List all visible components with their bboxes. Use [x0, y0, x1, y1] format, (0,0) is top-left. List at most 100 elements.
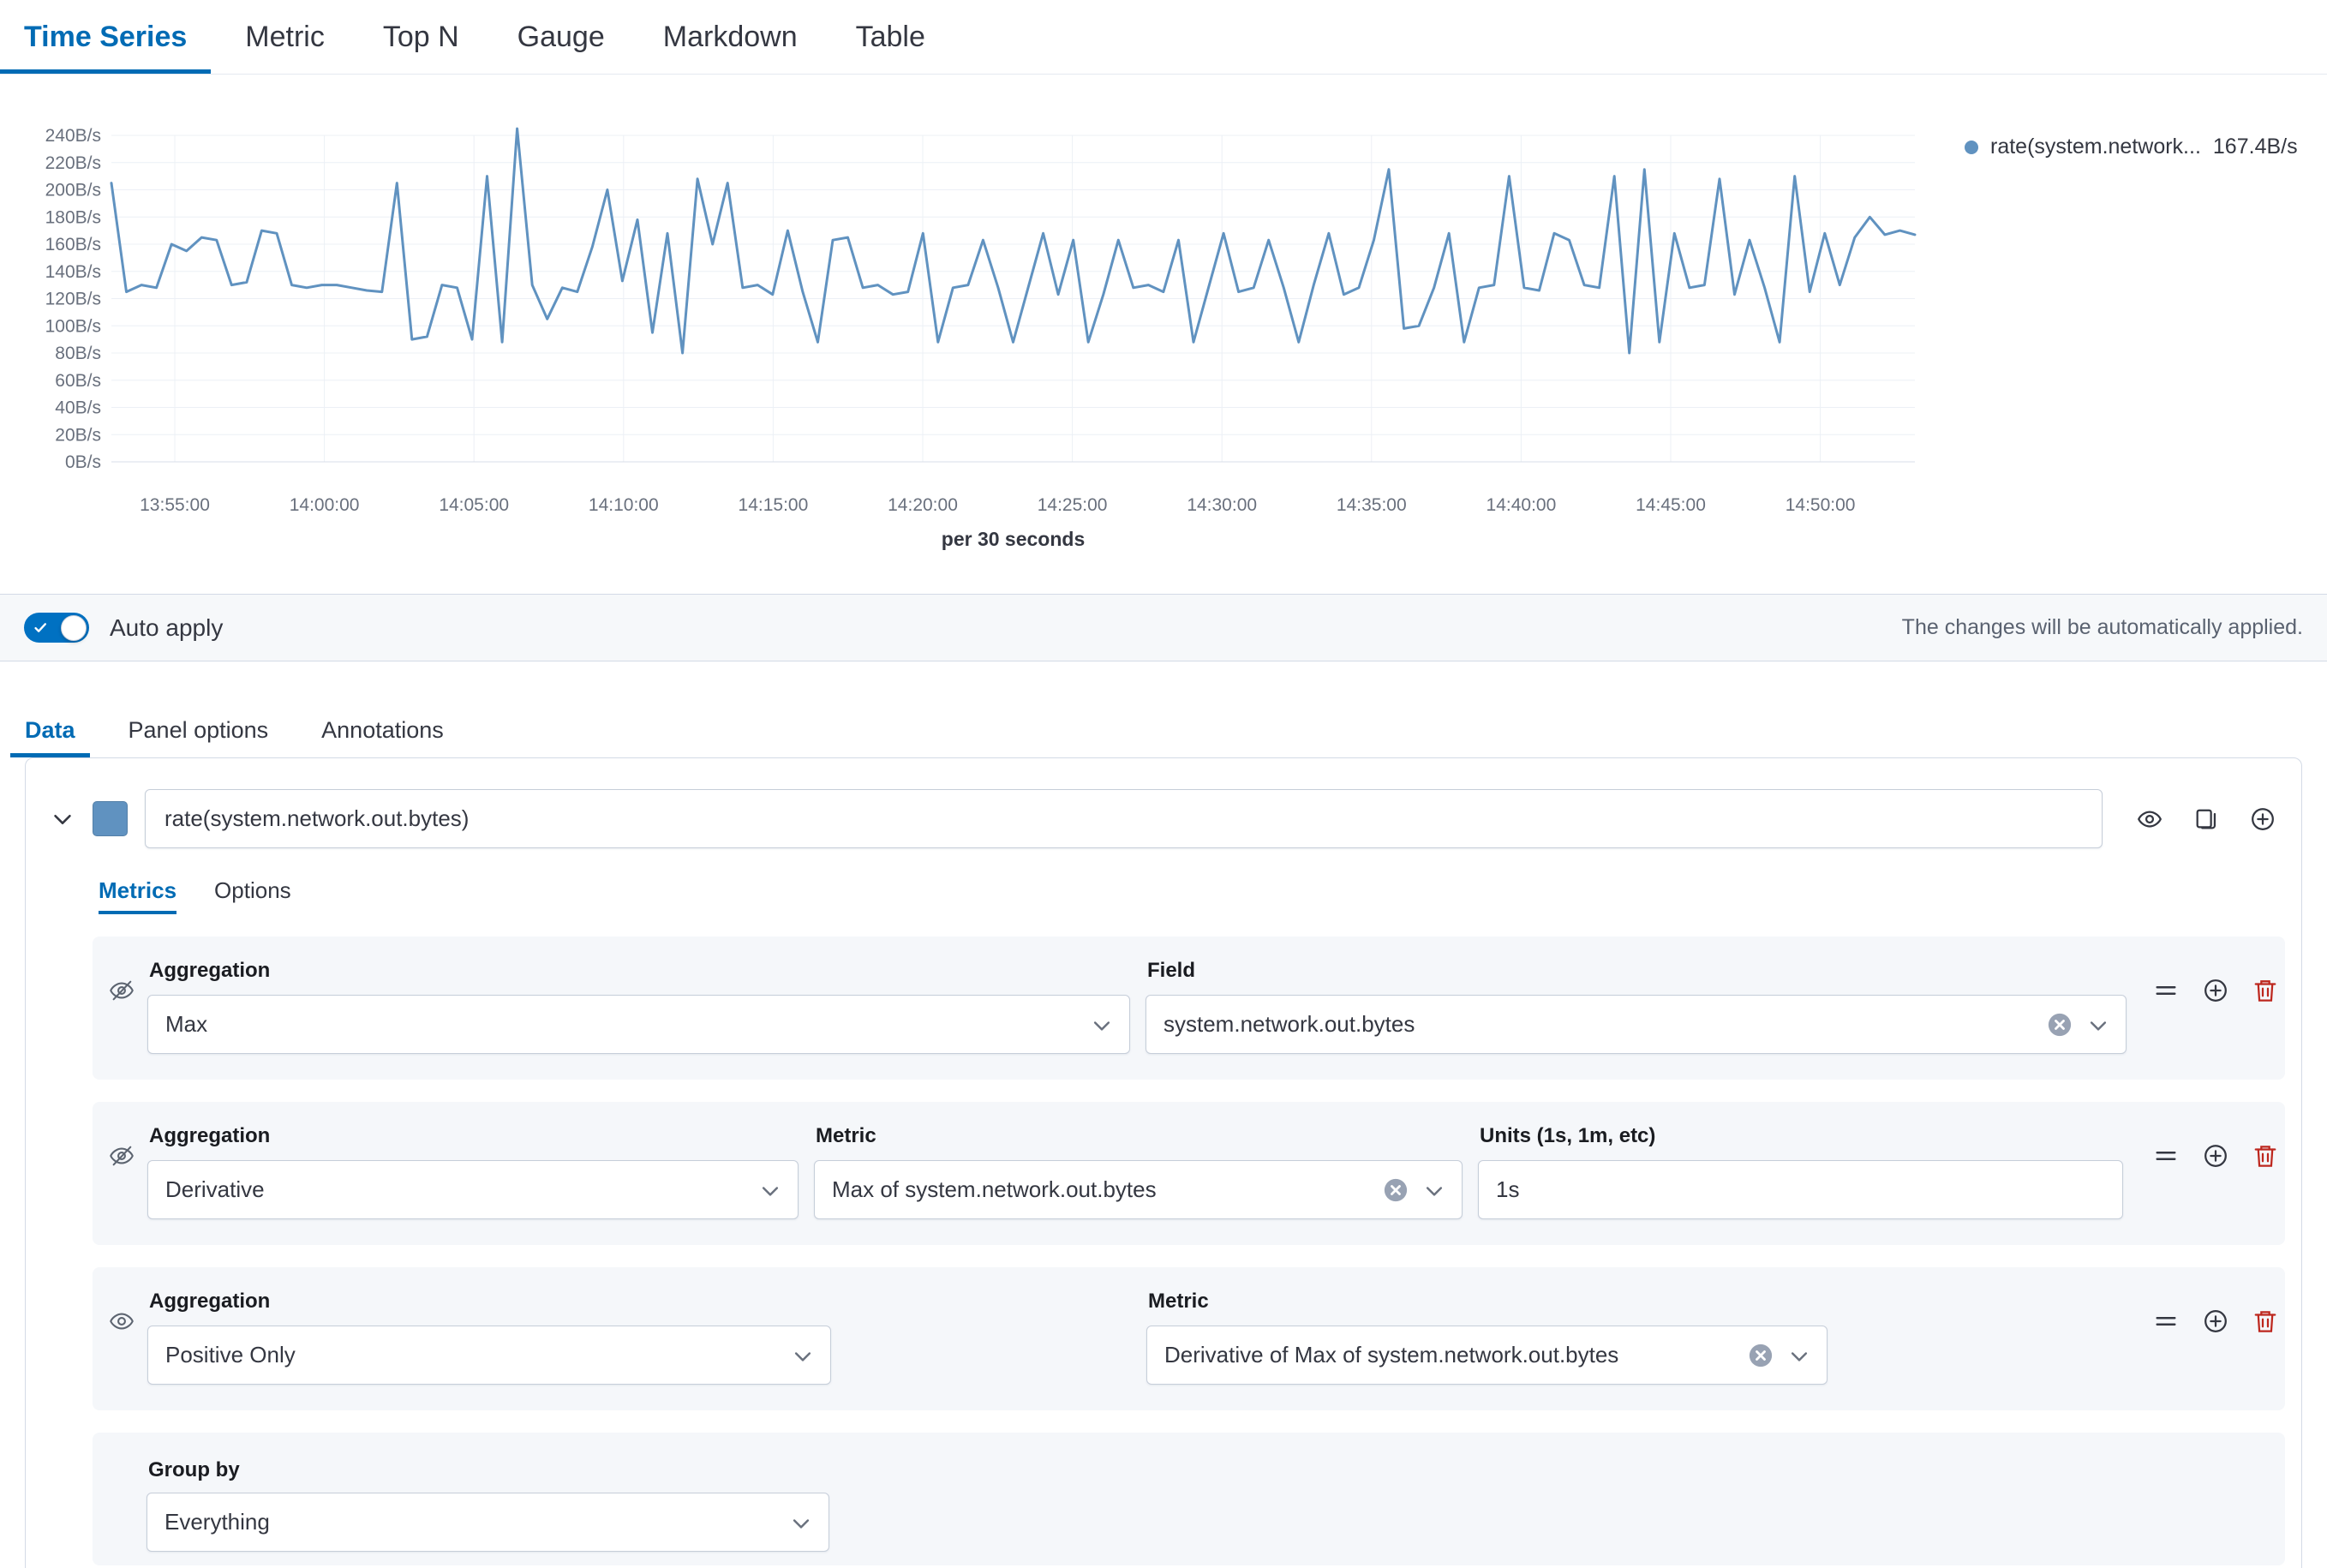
aggregation-select-value: Derivative [165, 1176, 265, 1203]
svg-text:140B/s: 140B/s [45, 262, 101, 282]
drag-handle-icon[interactable] [2153, 1143, 2179, 1169]
tab-panel-options[interactable]: Panel options [114, 717, 284, 757]
chevron-down-icon [1787, 1344, 1811, 1368]
tab-top-n[interactable]: Top N [359, 0, 483, 74]
metric-label: Metric [816, 1124, 1463, 1148]
svg-text:13:55:00: 13:55:00 [140, 495, 210, 515]
chevron-down-icon [789, 1511, 813, 1535]
svg-text:14:45:00: 14:45:00 [1636, 495, 1706, 515]
svg-text:0B/s: 0B/s [65, 452, 101, 472]
svg-text:per 30 seconds: per 30 seconds [942, 528, 1085, 550]
svg-text:160B/s: 160B/s [45, 235, 101, 254]
svg-text:14:20:00: 14:20:00 [888, 495, 958, 515]
eye-icon [109, 1308, 135, 1385]
svg-text:14:15:00: 14:15:00 [739, 495, 809, 515]
clear-selection-icon[interactable] [1748, 1343, 1774, 1374]
units-label: Units (1s, 1m, etc) [1480, 1124, 2123, 1148]
tab-options[interactable]: Options [214, 877, 291, 914]
metric-combobox[interactable]: Derivative of Max of system.network.out.… [1146, 1326, 1828, 1385]
clear-selection-icon[interactable] [1383, 1177, 1409, 1209]
add-metric-button[interactable] [2203, 1143, 2228, 1169]
svg-text:80B/s: 80B/s [55, 344, 101, 363]
auto-apply-note: The changes will be automatically applie… [1902, 615, 2303, 640]
aggregation-select[interactable]: Derivative [147, 1160, 799, 1219]
drag-handle-icon[interactable] [2153, 978, 2179, 1003]
check-icon [33, 619, 49, 640]
eye-slash-icon [109, 978, 135, 1054]
delete-metric-button[interactable] [2252, 978, 2278, 1003]
group-by-select-value: Everything [165, 1509, 270, 1535]
auto-apply-toggle[interactable] [24, 613, 89, 643]
aggregation-row: Aggregation Derivative Metric Max of sys… [93, 1102, 2285, 1245]
aggregation-label: Aggregation [149, 1124, 799, 1148]
series-header-row [26, 758, 2301, 848]
metric-combobox-value: Derivative of Max of system.network.out.… [1164, 1342, 1618, 1368]
aggregation-label: Aggregation [149, 959, 1130, 983]
chevron-down-icon [1090, 1014, 1114, 1038]
drag-handle-icon[interactable] [2153, 1308, 2179, 1334]
tab-gauge[interactable]: Gauge [494, 0, 629, 74]
svg-text:14:10:00: 14:10:00 [589, 495, 659, 515]
svg-text:14:00:00: 14:00:00 [290, 495, 360, 515]
group-by-select[interactable]: Everything [147, 1493, 829, 1552]
legend-item[interactable]: rate(system.network... 167.4B/s [1965, 135, 2298, 159]
tab-metric[interactable]: Metric [221, 0, 349, 74]
svg-text:14:35:00: 14:35:00 [1337, 495, 1407, 515]
series-name-input[interactable] [145, 789, 2103, 848]
metric-label: Metric [1148, 1290, 1828, 1314]
clone-series-button[interactable] [2193, 806, 2219, 832]
tab-markdown[interactable]: Markdown [639, 0, 822, 74]
toggle-thumb [61, 615, 87, 641]
clear-selection-icon[interactable] [2047, 1012, 2073, 1044]
auto-apply-label: Auto apply [110, 614, 223, 642]
aggregation-select-value: Max [165, 1011, 207, 1038]
svg-text:180B/s: 180B/s [45, 207, 101, 227]
svg-text:14:25:00: 14:25:00 [1038, 495, 1108, 515]
svg-text:220B/s: 220B/s [45, 153, 101, 173]
add-metric-button[interactable] [2203, 1308, 2228, 1334]
series-tabbar: Metrics Options [99, 877, 2301, 914]
series-color-swatch[interactable] [93, 801, 128, 836]
chevron-down-icon[interactable] [50, 806, 75, 832]
tab-metrics[interactable]: Metrics [99, 877, 176, 914]
svg-text:14:05:00: 14:05:00 [439, 495, 509, 515]
config-tabbar: Data Panel options Annotations [0, 661, 2327, 757]
aggregation-select[interactable]: Max [147, 995, 1130, 1054]
svg-text:40B/s: 40B/s [55, 398, 101, 418]
tab-time-series[interactable]: Time Series [0, 0, 211, 74]
add-series-button[interactable] [2250, 806, 2276, 832]
eye-icon [2137, 806, 2162, 832]
add-metric-button[interactable] [2203, 978, 2228, 1003]
aggregation-select[interactable]: Positive Only [147, 1326, 831, 1385]
group-by-label: Group by [148, 1458, 2268, 1482]
legend-series-label: rate(system.network... [1990, 135, 2201, 159]
svg-text:20B/s: 20B/s [55, 425, 101, 445]
chevron-down-icon [758, 1179, 782, 1203]
units-input[interactable] [1478, 1160, 2123, 1219]
svg-text:200B/s: 200B/s [45, 181, 101, 200]
tab-annotations[interactable]: Annotations [307, 717, 458, 757]
eye-slash-icon [109, 1143, 135, 1219]
series-panel: Metrics Options Aggregation Max Field sy… [25, 757, 2302, 1568]
toggle-series-visibility-button[interactable] [2137, 806, 2162, 832]
aggregation-row: Aggregation Positive Only Metric Derivat… [93, 1267, 2285, 1410]
delete-metric-button[interactable] [2252, 1308, 2278, 1334]
tab-table[interactable]: Table [832, 0, 949, 74]
svg-text:100B/s: 100B/s [45, 316, 101, 336]
row-actions [2153, 1143, 2278, 1169]
svg-text:240B/s: 240B/s [45, 126, 101, 146]
field-combobox[interactable]: system.network.out.bytes [1146, 995, 2127, 1054]
metric-combobox[interactable]: Max of system.network.out.bytes [814, 1160, 1463, 1219]
svg-text:14:30:00: 14:30:00 [1187, 495, 1257, 515]
svg-text:14:40:00: 14:40:00 [1487, 495, 1557, 515]
svg-text:60B/s: 60B/s [55, 371, 101, 391]
aggregation-fields: Aggregation Positive Only Metric Derivat… [147, 1290, 1828, 1385]
delete-metric-button[interactable] [2252, 1143, 2278, 1169]
field-combobox-value: system.network.out.bytes [1164, 1011, 1415, 1038]
plus-circle-icon [2250, 806, 2276, 832]
legend-series-dot [1965, 141, 1978, 154]
svg-text:120B/s: 120B/s [45, 290, 101, 309]
aggregation-label: Aggregation [149, 1290, 831, 1314]
tab-data[interactable]: Data [10, 717, 90, 757]
field-label: Field [1147, 959, 2127, 983]
